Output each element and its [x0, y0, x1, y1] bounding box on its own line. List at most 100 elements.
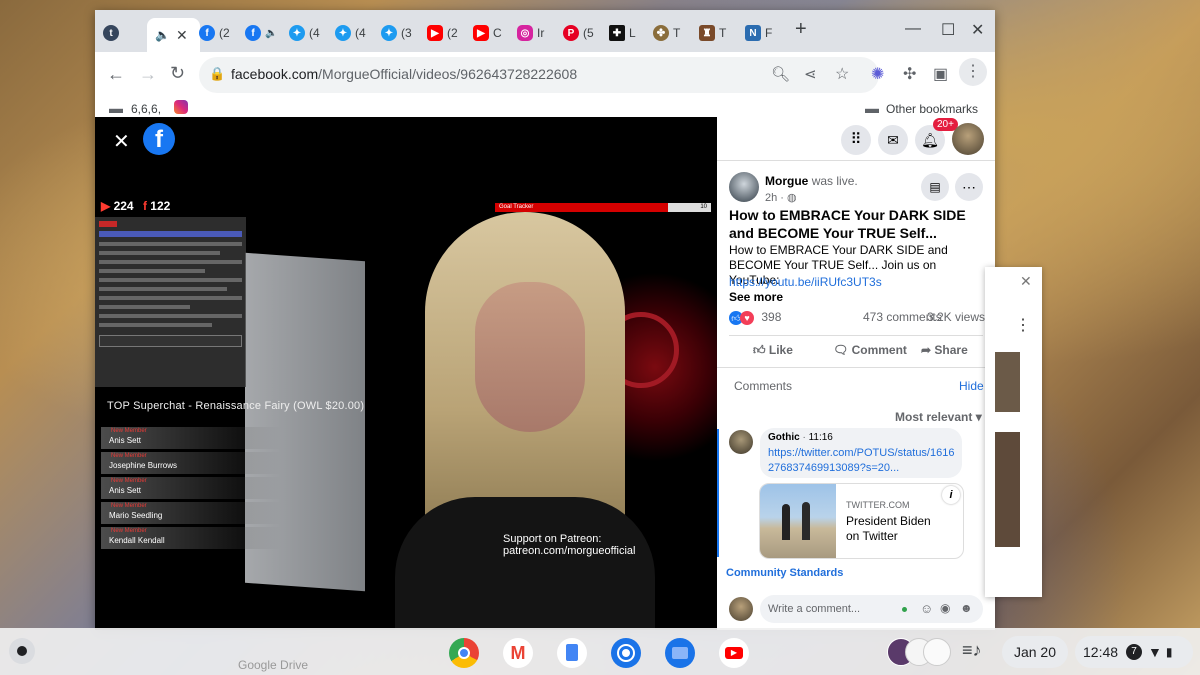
media-controls-icon[interactable]: ≡♪ [962, 640, 982, 661]
launcher-button[interactable] [9, 638, 35, 664]
tab-tumblr[interactable]: t [103, 20, 133, 46]
youtube-icon: ▶ [473, 25, 489, 41]
emoji-icon[interactable]: ☺ [920, 601, 933, 616]
instagram-bookmark-icon[interactable] [174, 100, 188, 114]
comment-button[interactable]: 🗨︎ Comment [833, 343, 907, 357]
see-more-link[interactable]: See more [729, 290, 783, 304]
facebook-side-panel: ⠿ ✉ 🔔︎ 20+ Morgue was live. 2h · ◍ ▤ ⋯ H… [717, 117, 995, 630]
tab-facebook-1[interactable]: f (2 [199, 20, 237, 46]
speaker-icon: 🔈 [155, 28, 170, 42]
chat-tab [99, 221, 117, 227]
tab-cross[interactable]: ✚ L [609, 20, 647, 46]
camera-icon[interactable]: ◉ [940, 601, 950, 615]
back-arrow-icon[interactable]: ← [107, 64, 125, 85]
tab-n-logo[interactable]: NF [745, 20, 783, 46]
n-logo-icon: N [745, 25, 761, 41]
tab-pinterest[interactable]: P (5 [563, 20, 601, 46]
link-preview-card[interactable]: TWITTER.COM President Biden on Twitter i [759, 483, 964, 559]
maximize-icon[interactable]: ☐ [941, 20, 955, 40]
tab-strip: t 🔈 ✕ f (2 f 🔈 ✦ (4 ✦ (4 ✦ (3 ▶ (2 ▶ C ◎ Ir [95, 10, 995, 52]
camera-app-icon[interactable] [611, 638, 641, 668]
tab-instagram[interactable]: ◎ Ir [517, 20, 555, 46]
minimize-icon[interactable]: — [905, 20, 921, 38]
side-panel-icon[interactable]: ▣ [933, 64, 948, 84]
close-window-icon[interactable]: ✕ [971, 20, 984, 40]
other-bookmarks[interactable]: Other bookmarks [886, 102, 978, 116]
pinterest-icon: P [563, 25, 579, 41]
extensions-puzzle-icon[interactable]: ✣ [903, 64, 916, 84]
tab-youtube-1[interactable]: ▶ (2 [427, 20, 465, 46]
chrome-app-icon[interactable] [449, 638, 479, 668]
share-arrow-icon: ➦ [921, 343, 932, 357]
comment-author[interactable]: Gothic [768, 432, 800, 443]
tab-twitter-3[interactable]: ✦ (3 [381, 20, 419, 46]
video-player[interactable]: ✕ f ▶ 224 f 122 TOP Superchat - Renaissa… [95, 117, 717, 630]
post-author[interactable]: Morgue [765, 174, 808, 188]
folder-icon: ▬ [865, 100, 879, 116]
messenger-icon[interactable]: ✉ [878, 125, 908, 155]
comment-link[interactable]: https://twitter.com/POTUS/status/1616276… [768, 446, 960, 476]
browser-menu-icon[interactable]: ⋮ [959, 58, 987, 86]
reload-icon[interactable]: ↻ [170, 63, 185, 84]
tab-twitter-2[interactable]: ✦ (4 [335, 20, 373, 46]
tab-facebook-2[interactable]: f 🔈 [245, 20, 283, 46]
like-button[interactable]: 👍︎ Like [753, 343, 793, 358]
comment-input[interactable]: Write a comment... ☺ ◉ ☻ [760, 595, 983, 623]
post-time[interactable]: 2h · ◍ [765, 191, 797, 204]
more-options-icon[interactable]: ⋮ [1015, 315, 1031, 335]
presenter-face [475, 282, 585, 432]
top-superchat: TOP Superchat - Renaissance Fairy (OWL $… [107, 400, 365, 412]
community-standards-link[interactable]: Community Standards [726, 567, 843, 579]
love-reaction-icon: ♥ [740, 311, 754, 325]
tab-emblem[interactable]: ✤ T [653, 20, 691, 46]
tab-crest[interactable]: ♜ T [699, 20, 737, 46]
forward-arrow-icon[interactable]: → [139, 64, 157, 85]
files-app-icon[interactable] [665, 638, 695, 668]
gmail-app-icon[interactable]: M [503, 638, 533, 668]
new-tab-plus-icon[interactable]: + [795, 18, 807, 41]
zoom-icon[interactable]: 🔍︎ [771, 65, 790, 83]
share-icon[interactable]: ⋖ [804, 65, 817, 83]
sticker-icon[interactable]: ☻ [960, 601, 973, 615]
facebook-icon: f [245, 25, 261, 41]
notification-count: 7 [1126, 644, 1143, 660]
caret-down-icon: ▾ [975, 410, 982, 424]
facebook-logo-icon[interactable]: f [143, 123, 175, 155]
menu-grid-icon[interactable]: ⠿ [841, 125, 871, 155]
account-avatar[interactable] [952, 123, 984, 155]
hide-comments-link[interactable]: Hide [959, 379, 984, 393]
holding-space-thumbnails[interactable] [887, 636, 951, 666]
post-link[interactable]: https://youtu.be/iiRUfc3UT3s [729, 275, 882, 289]
commenter-avatar[interactable] [729, 430, 753, 454]
tab-twitter-1[interactable]: ✦ (4 [289, 20, 327, 46]
address-bar[interactable]: 🔒 facebook.com/MorgueOfficial/videos/962… [199, 57, 879, 93]
background-window[interactable]: ✕ ⋮ [985, 267, 1042, 597]
thumbnail-1 [995, 352, 1020, 412]
sort-dropdown[interactable]: Most relevant ▾ [895, 410, 982, 424]
youtube-count-icon: ▶ [101, 199, 111, 213]
extension-sparkle-icon[interactable]: ✺ [871, 64, 884, 84]
thumbs-up-icon: 👍︎ [753, 343, 766, 357]
close-video-icon[interactable]: ✕ [113, 129, 130, 154]
date-pill[interactable]: Jan 20 [1002, 636, 1068, 668]
status-area[interactable]: 12:48 7 ▼ ▮ [1075, 636, 1193, 668]
post-options-icon[interactable]: ⋯ [955, 173, 983, 201]
close-icon[interactable]: ✕ [1020, 273, 1032, 290]
close-tab-icon[interactable]: ✕ [176, 27, 188, 44]
share-button[interactable]: ➦ Share [921, 343, 968, 357]
youtube-app-icon[interactable]: ▶ [719, 638, 749, 668]
reactions-summary[interactable]: 👍︎ ♥ 398 [729, 310, 781, 325]
tab-active-audio[interactable]: 🔈 ✕ [147, 18, 200, 52]
online-dot-icon [902, 607, 907, 612]
tab-label: (2 [447, 26, 458, 40]
bookmark-folder-666[interactable]: 6,6,6, [131, 102, 161, 116]
tumblr-icon: t [103, 25, 119, 41]
bookmark-star-icon[interactable]: ☆ [835, 64, 849, 84]
my-avatar [729, 597, 753, 621]
save-post-icon[interactable]: ▤ [921, 173, 949, 201]
author-avatar[interactable] [729, 172, 759, 202]
tab-youtube-2[interactable]: ▶ C [473, 20, 511, 46]
docs-app-icon[interactable] [557, 638, 587, 668]
info-icon[interactable]: i [942, 486, 960, 504]
comment-time[interactable]: 11:16 [809, 432, 833, 443]
